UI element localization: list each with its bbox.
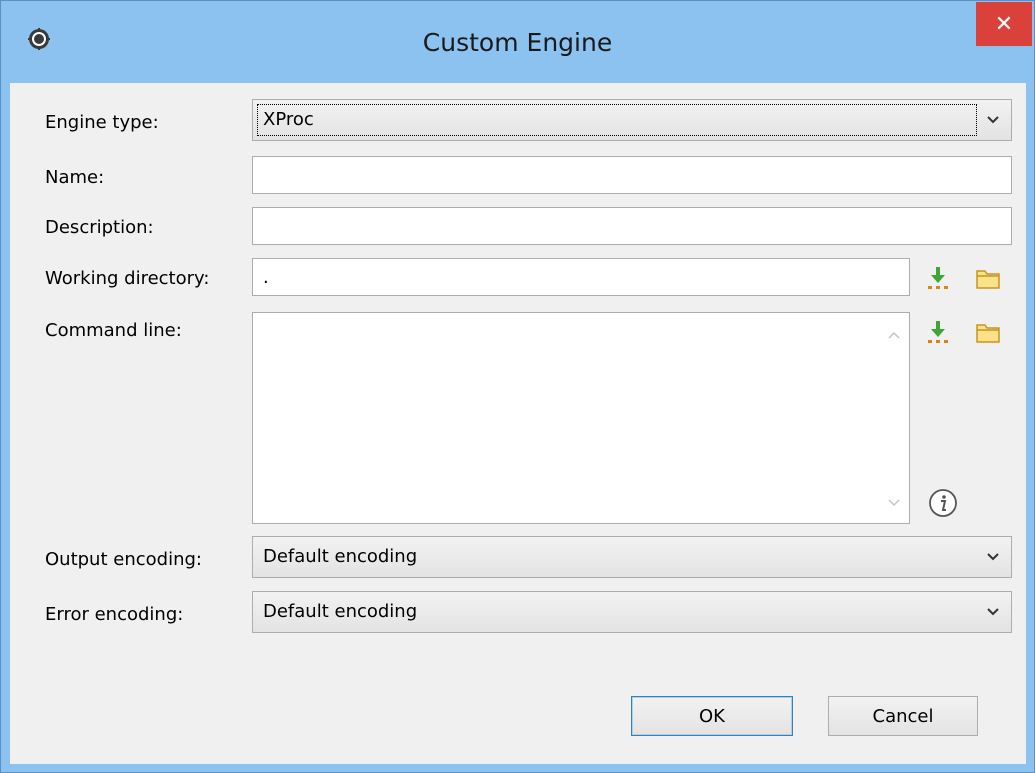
dialog-body: Engine type: XProc Name: Description: Wo…: [10, 83, 1026, 764]
output-encoding-value: Default encoding: [263, 546, 418, 567]
name-field[interactable]: [252, 156, 1012, 194]
scroll-up-icon[interactable]: [887, 329, 901, 341]
working-directory-label: Working directory:: [45, 268, 210, 289]
description-field[interactable]: [252, 207, 1012, 245]
scroll-down-icon[interactable]: [887, 497, 901, 509]
insert-variable-icon[interactable]: [924, 264, 952, 292]
name-input[interactable]: [253, 157, 1011, 193]
output-encoding-label: Output encoding:: [45, 549, 202, 570]
focus-indicator: [257, 104, 977, 136]
description-input[interactable]: [253, 208, 1011, 244]
chevron-down-icon: [987, 116, 999, 124]
ok-button[interactable]: OK: [631, 696, 793, 736]
working-directory-field[interactable]: [252, 258, 910, 296]
engine-type-label: Engine type:: [45, 112, 159, 133]
folder-icon[interactable]: [974, 264, 1002, 292]
error-encoding-label: Error encoding:: [45, 604, 184, 625]
working-directory-input[interactable]: [253, 259, 909, 295]
folder-icon[interactable]: [974, 318, 1002, 346]
chevron-down-icon: [987, 553, 999, 561]
title-bar[interactable]: Custom Engine ✕: [1, 1, 1034, 83]
error-encoding-value: Default encoding: [263, 601, 418, 622]
description-label: Description:: [45, 217, 154, 238]
chevron-down-icon: [987, 608, 999, 616]
dialog-title: Custom Engine: [422, 28, 613, 57]
custom-engine-dialog: Custom Engine ✕ Engine type: XProc Name:…: [0, 0, 1035, 773]
cancel-button[interactable]: Cancel: [828, 696, 978, 736]
name-label: Name:: [45, 167, 105, 188]
insert-variable-icon[interactable]: [924, 318, 952, 346]
close-icon: ✕: [994, 11, 1014, 37]
info-icon[interactable]: [927, 487, 959, 519]
output-encoding-select[interactable]: Default encoding: [252, 536, 1012, 578]
error-encoding-select[interactable]: Default encoding: [252, 591, 1012, 633]
engine-type-select[interactable]: XProc: [252, 99, 1012, 141]
engine-type-value: XProc: [263, 109, 314, 130]
command-line-label: Command line:: [45, 320, 182, 341]
vertical-scrollbar[interactable]: [877, 313, 909, 523]
close-button[interactable]: ✕: [976, 2, 1032, 46]
command-line-field[interactable]: [252, 312, 910, 524]
